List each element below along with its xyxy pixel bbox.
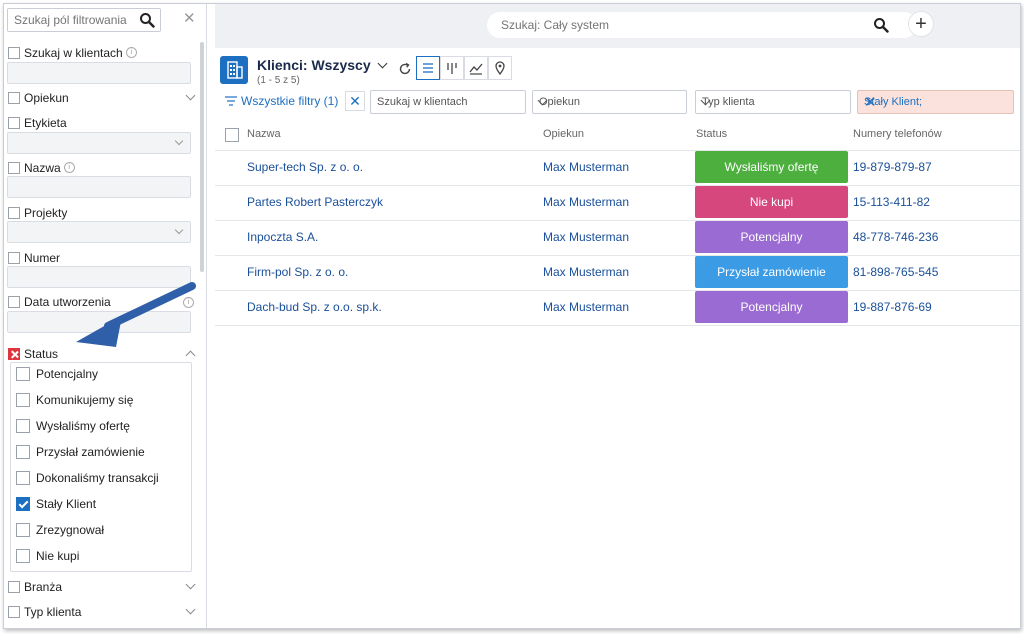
app-window: ✕ Szukaj w klientachi Opiekun Etykieta N… (3, 3, 1021, 629)
annotation-arrow (76, 282, 196, 347)
